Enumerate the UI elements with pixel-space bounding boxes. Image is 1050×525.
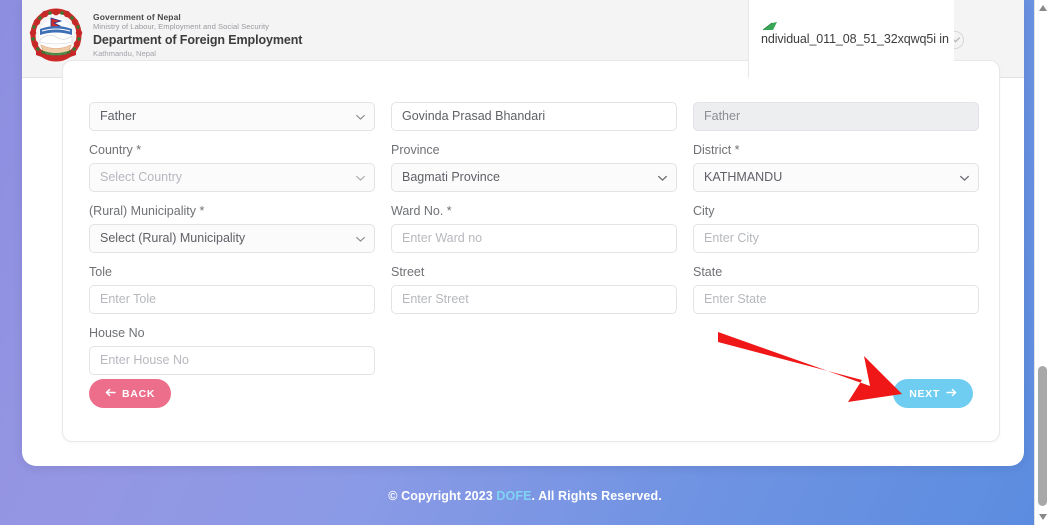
city-placeholder: Enter City: [704, 231, 759, 245]
municipality-label: (Rural) Municipality *: [89, 204, 205, 218]
field-house-no: House No Enter House No: [89, 325, 375, 375]
arrow-right-icon: [946, 388, 957, 400]
copyright-text: © Copyright 2023 DOFE. All Rights Reserv…: [388, 489, 662, 503]
chevron-down-icon: [356, 225, 365, 252]
nepal-emblem-icon: [29, 7, 83, 63]
ward-no-placeholder: Enter Ward no: [402, 231, 483, 245]
state-label: State: [693, 265, 723, 279]
tole-placeholder: Enter Tole: [100, 292, 157, 306]
copyright-suffix: . All Rights Reserved.: [531, 488, 662, 503]
brand-line-department: Department of Foreign Employment: [93, 32, 303, 47]
state-placeholder: Enter State: [704, 292, 767, 306]
form-grid: Father Govinda Prasad Bhandari Father Co…: [89, 81, 979, 386]
browser-scrollbar[interactable]: [1034, 0, 1050, 525]
street-input[interactable]: Enter Street: [391, 285, 677, 314]
field-municipality: (Rural) Municipality * Select (Rural) Mu…: [89, 203, 375, 253]
scrollbar-down-arrow[interactable]: [1035, 509, 1050, 525]
province-select[interactable]: Bagmati Province: [391, 163, 677, 192]
ward-no-input[interactable]: Enter Ward no: [391, 224, 677, 253]
municipality-select-value: Select (Rural) Municipality: [100, 231, 246, 245]
scrollbar-up-arrow[interactable]: [1035, 0, 1050, 16]
chevron-down-icon: [960, 164, 969, 191]
field-guardian-name: Govinda Prasad Bhandari: [391, 81, 677, 131]
download-file-name: ndividual_011_08_51_32xqwq5i in: [761, 32, 949, 46]
state-input[interactable]: Enter State: [693, 285, 979, 314]
country-label: Country *: [89, 143, 142, 157]
brand-block[interactable]: Government of Nepal Ministry of Labour, …: [29, 7, 302, 63]
chevron-down-icon: [658, 164, 667, 191]
brand-line-ministry: Ministry of Labour, Employment and Socia…: [93, 22, 269, 32]
district-select-value: KATHMANDU: [704, 170, 783, 184]
back-button-label: BACK: [122, 387, 156, 400]
brand-line-government: Government of Nepal: [93, 11, 181, 22]
download-complete-icon: [762, 18, 777, 31]
field-tole: Tole Enter Tole: [89, 264, 375, 314]
form-actions: BACK NEXT: [89, 379, 973, 413]
brand-text: Government of Nepal Ministry of Labour, …: [93, 12, 302, 58]
field-district: District * KATHMANDU: [693, 142, 979, 192]
field-street: Street Enter Street: [391, 264, 677, 314]
district-label: District *: [693, 143, 740, 157]
browser-viewport: Government of Nepal Ministry of Labour, …: [0, 0, 1050, 525]
house-no-placeholder: Enter House No: [100, 353, 189, 367]
field-country: Country * Select Country: [89, 142, 375, 192]
guardian-name-value: Govinda Prasad Bhandari: [402, 109, 546, 123]
app-panel: Government of Nepal Ministry of Labour, …: [22, 0, 1024, 466]
field-relation-readonly: Father: [693, 81, 979, 131]
tole-label: Tole: [89, 265, 112, 279]
copyright-org: DOFE: [496, 488, 532, 503]
city-input[interactable]: Enter City: [693, 224, 979, 253]
relation-readonly-field: Father: [693, 102, 979, 131]
next-button[interactable]: NEXT: [893, 379, 973, 408]
chevron-down-icon: [356, 103, 365, 130]
relation-select[interactable]: Father: [89, 102, 375, 131]
download-file-chip[interactable]: ndividual_011_08_51_32xqwq5i in: [748, 0, 954, 78]
field-city: City Enter City: [693, 203, 979, 253]
ward-no-label: Ward No. *: [391, 204, 452, 218]
copyright-prefix: © Copyright 2023: [388, 488, 497, 503]
field-relation-select: Father: [89, 81, 375, 131]
guardian-name-input[interactable]: Govinda Prasad Bhandari: [391, 102, 677, 131]
chevron-down-icon: [356, 164, 365, 191]
street-label: Street: [391, 265, 425, 279]
street-placeholder: Enter Street: [402, 292, 469, 306]
country-select-value: Select Country: [100, 170, 182, 184]
district-select[interactable]: KATHMANDU: [693, 163, 979, 192]
municipality-select[interactable]: Select (Rural) Municipality: [89, 224, 375, 253]
city-label: City: [693, 204, 715, 218]
relation-readonly-value: Father: [704, 109, 741, 123]
relation-select-value: Father: [100, 109, 137, 123]
house-no-label: House No: [89, 326, 145, 340]
field-ward-no: Ward No. * Enter Ward no: [391, 203, 677, 253]
country-select[interactable]: Select Country: [89, 163, 375, 192]
scrollbar-thumb[interactable]: [1038, 366, 1047, 506]
back-button[interactable]: BACK: [89, 379, 172, 408]
house-no-input[interactable]: Enter House No: [89, 346, 375, 375]
province-label: Province: [391, 143, 440, 157]
field-state: State Enter State: [693, 264, 979, 314]
province-select-value: Bagmati Province: [402, 170, 500, 184]
field-province: Province Bagmati Province: [391, 142, 677, 192]
tole-input[interactable]: Enter Tole: [89, 285, 375, 314]
site-footer: © Copyright 2023 DOFE. All Rights Reserv…: [0, 466, 1050, 525]
arrow-left-icon: [105, 388, 116, 400]
next-button-label: NEXT: [909, 387, 940, 400]
address-form-card: Father Govinda Prasad Bhandari Father Co…: [62, 60, 1000, 442]
brand-line-location: Kathmandu, Nepal: [93, 48, 156, 58]
